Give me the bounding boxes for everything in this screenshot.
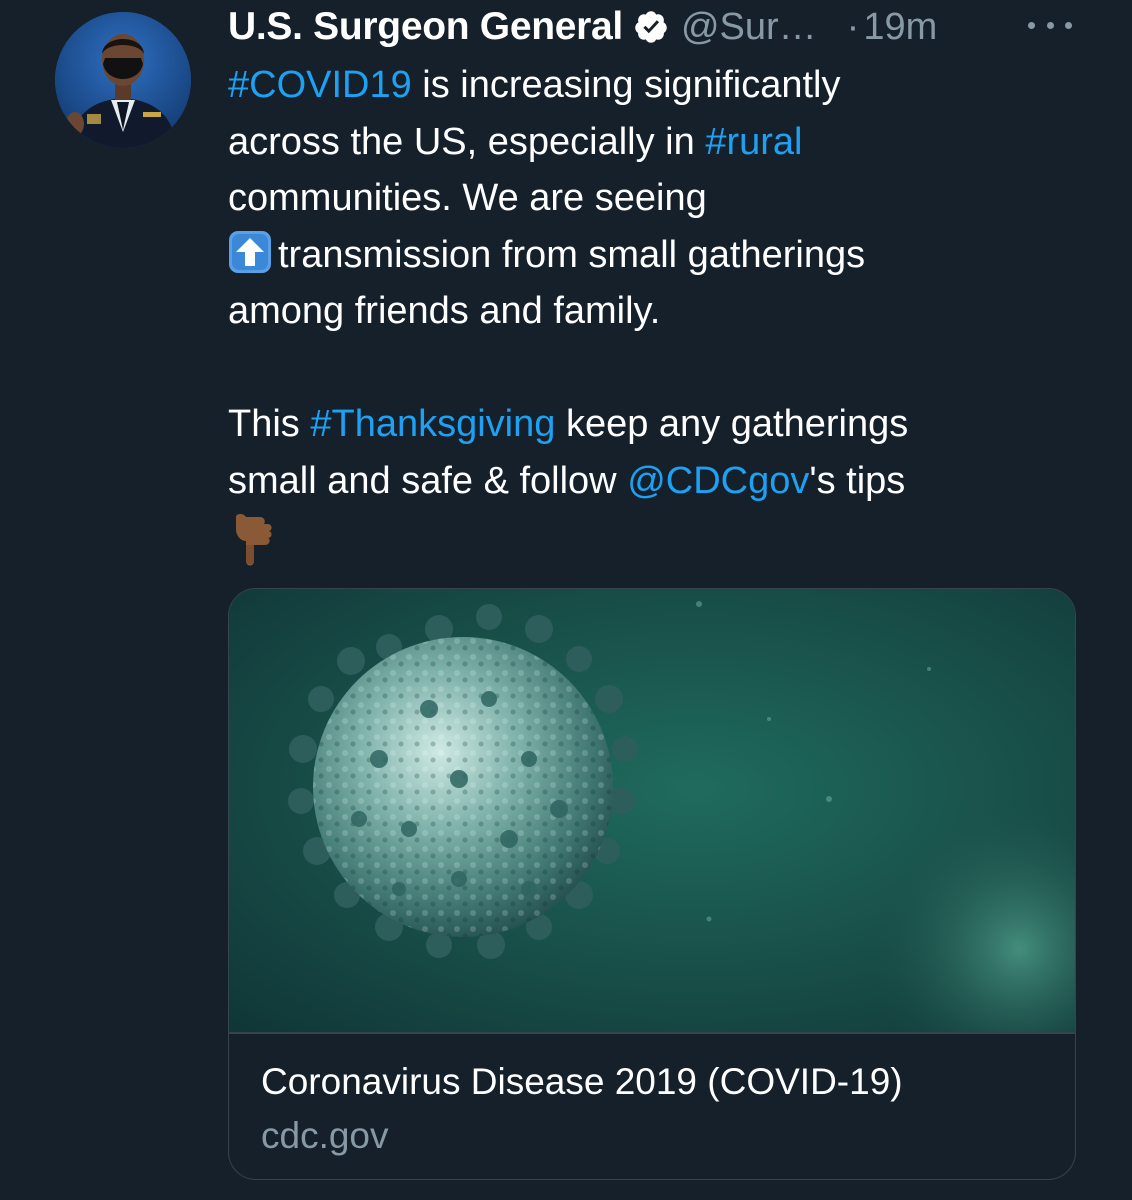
tweet-text-segment: across the US, especially in <box>228 120 706 163</box>
tweet-line-3: communities. We are seeing <box>228 177 707 219</box>
tweet-text-segment: is increasing significantly <box>411 64 841 106</box>
tweet-text-segment: 's tips <box>809 459 906 502</box>
tweet-text-segment: This <box>228 403 311 445</box>
card-divider <box>229 1032 1075 1034</box>
tweet-line-2: across the US, especially in #rural <box>228 114 1088 171</box>
author-display-name[interactable]: U.S. Surgeon General <box>228 5 623 49</box>
author-handle[interactable]: @Sur… <box>681 6 817 49</box>
tweet-line-6: This #Thanksgiving keep any gatherings <box>228 396 1088 453</box>
mention-cdcgov[interactable]: @CDCgov <box>627 460 809 502</box>
author-avatar[interactable] <box>55 12 191 148</box>
tweet-line-7: small and safe & follow @CDCgov's tips <box>228 453 1088 510</box>
verified-badge-icon <box>633 9 669 45</box>
tweet-text-segment: small and safe & follow <box>228 459 628 502</box>
tweet[interactable]: U.S. Surgeon General @Sur… · 19m #COVID1… <box>0 0 1132 1200</box>
tweet-timestamp[interactable]: 19m <box>863 6 937 49</box>
hashtag-covid19[interactable]: #COVID19 <box>228 64 412 106</box>
hashtag-thanksgiving[interactable]: #Thanksgiving <box>310 403 555 445</box>
pointing-down-emoji-icon <box>230 511 282 567</box>
hashtag-rural[interactable]: #rural <box>705 121 802 163</box>
card-title[interactable]: Coronavirus Disease 2019 (COVID-19) <box>261 1061 903 1103</box>
tweet-line-4: transmission from small gatherings <box>228 227 1088 284</box>
tweet-line-5: among friends and family. <box>228 290 661 332</box>
tweet-text-segment: keep any gatherings <box>555 403 909 445</box>
tweet-text: #COVID19 is increasing significantly acr… <box>228 57 1088 566</box>
coronavirus-image <box>229 589 1075 1033</box>
tweet-line-8 <box>228 509 1088 566</box>
card-domain: cdc.gov <box>261 1115 389 1156</box>
tweet-header: U.S. Surgeon General @Sur… · 19m <box>228 2 1108 52</box>
tweet-line-1: #COVID19 is increasing significantly <box>228 57 1088 114</box>
tweet-text-segment: transmission from small gatherings <box>278 233 866 276</box>
header-separator: · <box>846 5 860 48</box>
more-options-icon[interactable] <box>1028 0 1072 50</box>
up-arrow-emoji-icon <box>228 230 272 274</box>
link-preview-card[interactable]: Coronavirus Disease 2019 (COVID-19) cdc.… <box>228 588 1076 1180</box>
